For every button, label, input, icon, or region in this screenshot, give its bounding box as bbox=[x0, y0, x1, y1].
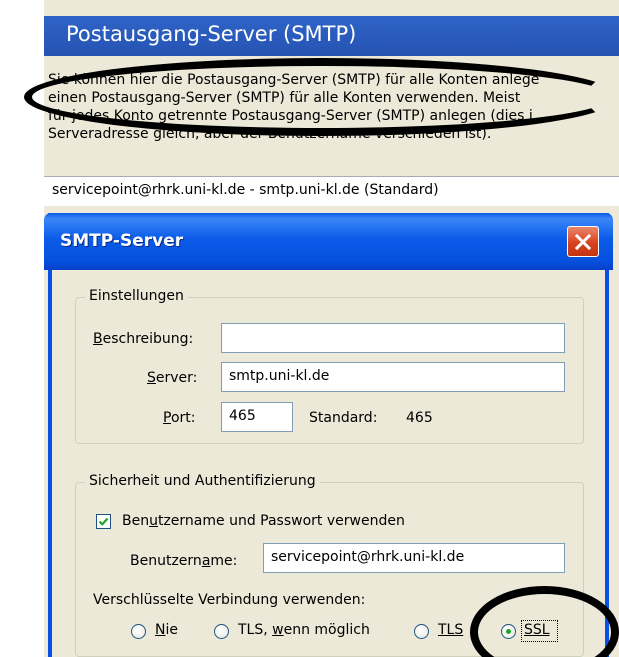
settings-group-legend: Einstellungen bbox=[85, 288, 188, 304]
port-input[interactable]: 465 bbox=[221, 402, 293, 432]
dialog-title: SMTP-Server bbox=[60, 231, 184, 251]
description-label: Beschreibung: bbox=[93, 331, 194, 347]
username-input[interactable]: servicepoint@rhrk.uni-kl.de bbox=[263, 543, 565, 573]
encryption-option-tls[interactable]: TLS bbox=[438, 622, 463, 638]
server-input[interactable]: smtp.uni-kl.de bbox=[221, 362, 565, 392]
description-input[interactable] bbox=[221, 323, 565, 353]
server-label: Server: bbox=[147, 370, 198, 386]
encryption-radio-none[interactable] bbox=[131, 624, 146, 639]
use-auth-label[interactable]: Benutzername und Passwort verwenden bbox=[122, 513, 405, 529]
default-port-value: 465 bbox=[406, 410, 433, 426]
checkmark-icon bbox=[98, 517, 109, 526]
use-auth-checkbox[interactable] bbox=[96, 514, 111, 529]
section-title: Postausgang-Server (SMTP) bbox=[66, 22, 357, 46]
username-label: Benutzername: bbox=[130, 553, 238, 569]
encryption-radio-tls[interactable] bbox=[414, 624, 429, 639]
security-group-legend: Sicherheit und Authentifizierung bbox=[85, 473, 320, 489]
smtp-server-list-item[interactable]: servicepoint@rhrk.uni-kl.de - smtp.uni-k… bbox=[52, 182, 439, 198]
encryption-option-tls-if-possible[interactable]: TLS, wenn möglich bbox=[238, 622, 370, 638]
smtp-server-list[interactable]: servicepoint@rhrk.uni-kl.de - smtp.uni-k… bbox=[44, 176, 619, 206]
port-label: Port: bbox=[163, 410, 196, 426]
encryption-radio-tls-if-possible[interactable] bbox=[214, 624, 229, 639]
default-port-label: Standard: bbox=[309, 410, 378, 426]
encryption-label: Verschlüsselte Verbindung verwenden: bbox=[93, 592, 366, 608]
annotation-ellipse-description bbox=[24, 58, 619, 136]
close-icon bbox=[574, 233, 592, 251]
encryption-option-none[interactable]: Nie bbox=[155, 622, 178, 638]
close-button[interactable] bbox=[567, 226, 599, 257]
